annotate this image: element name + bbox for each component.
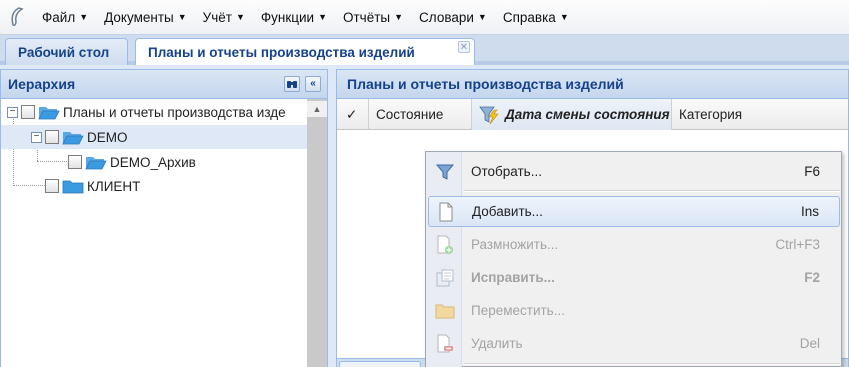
tab-desktop[interactable]: Рабочий стол xyxy=(5,38,128,65)
main-panel-header: Планы и отчеты производства изделий xyxy=(337,70,848,99)
checkmark-icon: ✓ xyxy=(346,106,358,122)
column-state-change-date[interactable]: Дата смены состояния xyxy=(472,99,672,130)
panel-splitter[interactable] xyxy=(328,69,336,367)
tab-strip: Рабочий стол Планы и отчеты производства… xyxy=(0,35,849,65)
menu-item-label: Добавить... xyxy=(472,204,543,219)
column-category-label: Категория xyxy=(679,107,743,122)
main-panel-title: Планы и отчеты производства изделий xyxy=(347,76,624,92)
tree-node-label: КЛИЕНТ xyxy=(87,178,141,194)
hierarchy-header: Иерархия « xyxy=(1,70,327,99)
open-folder-icon xyxy=(85,156,107,169)
tree-node-demo-archive[interactable]: DEMO_Архив xyxy=(1,150,307,174)
tree-node-label: Планы и отчеты производства изде xyxy=(63,104,286,120)
chevron-down-icon: ▼ xyxy=(177,12,187,22)
tab-production-plans[interactable]: Планы и отчеты производства изделий ✕ xyxy=(135,38,475,65)
tab-desktop-label: Рабочий стол xyxy=(18,44,110,60)
menu-item-filter[interactable]: Отобрать... F6 xyxy=(428,156,840,187)
app-logo-icon[interactable] xyxy=(0,0,34,35)
filter-lightning-icon xyxy=(479,106,499,124)
hierarchy-panel: Иерархия « − Планы и отчеты производства… xyxy=(0,69,328,367)
menu-item-shortcut: Ins xyxy=(800,204,819,219)
tree-checkbox[interactable] xyxy=(68,155,82,169)
open-folder-icon xyxy=(38,106,60,119)
grid-header: ✓ Состояние Дата смены состояния Категор… xyxy=(337,99,848,130)
chevron-down-icon: ▼ xyxy=(477,12,487,22)
menubar: Файл ▼ Документы ▼ Учёт ▼ Функции ▼ Отчёты ▼ … xyxy=(0,0,849,35)
edit-icon xyxy=(428,268,462,288)
duplicate-icon xyxy=(428,235,462,255)
open-folder-icon xyxy=(62,131,84,144)
column-state-label: Состояние xyxy=(376,107,444,122)
chevron-down-icon: ▼ xyxy=(318,12,327,22)
menu-separator xyxy=(464,363,840,365)
column-select[interactable]: ✓ xyxy=(337,99,369,130)
tree-checkbox[interactable] xyxy=(21,105,35,119)
menu-item-move[interactable]: Переместить... xyxy=(428,295,840,326)
chevron-down-icon: ▼ xyxy=(394,12,404,22)
menu-item-label: Исправить... xyxy=(471,270,555,285)
column-category[interactable]: Категория xyxy=(672,99,848,130)
menu-item-edit[interactable]: Исправить... F2 xyxy=(428,262,840,293)
tree-node-client[interactable]: КЛИЕНТ xyxy=(1,174,307,198)
tree-node-label: DEMO xyxy=(87,129,128,145)
tree-node-root[interactable]: − Планы и отчеты производства изде xyxy=(1,100,307,124)
menu-item-label: Размножить... xyxy=(471,237,559,252)
menu-item-shortcut: F6 xyxy=(804,164,820,179)
menu-item-shortcut: Ctrl+F3 xyxy=(775,237,820,252)
collapse-icon[interactable]: − xyxy=(31,131,42,143)
move-folder-icon xyxy=(428,302,462,320)
column-date-label: Дата смены состояния xyxy=(505,107,670,122)
new-document-icon xyxy=(429,202,463,222)
tree-checkbox[interactable] xyxy=(45,179,59,193)
delete-document-icon xyxy=(428,334,462,354)
menu-item-label: Переместить... xyxy=(471,303,565,318)
bottom-tab[interactable] xyxy=(339,361,421,367)
binoculars-icon[interactable] xyxy=(284,76,300,92)
menu-item-duplicate[interactable]: Размножить... Ctrl+F3 xyxy=(428,229,840,260)
hierarchy-tree: − Планы и отчеты производства изде − DEM… xyxy=(1,99,307,367)
menu-help[interactable]: Справка ▼ xyxy=(495,0,577,35)
collapse-icon[interactable]: − xyxy=(7,106,18,118)
menu-item-delete[interactable]: Удалить Del xyxy=(428,328,840,359)
menu-item-shortcut: Del xyxy=(799,336,820,351)
menu-item-label: Удалить xyxy=(471,336,523,351)
tab-production-plans-label: Планы и отчеты производства изделий xyxy=(148,44,415,60)
tree-checkbox[interactable] xyxy=(45,130,59,144)
tree-node-label: DEMO_Архив xyxy=(110,154,196,170)
column-state[interactable]: Состояние xyxy=(369,99,472,130)
menu-item-label: Отобрать... xyxy=(471,164,542,179)
menu-reports[interactable]: Отчёты ▼ xyxy=(335,0,411,35)
menu-functions[interactable]: Функции ▼ xyxy=(253,0,335,35)
menu-item-shortcut: F2 xyxy=(804,270,820,285)
chevron-down-icon: ▼ xyxy=(559,12,569,22)
collapse-left-icon[interactable]: « xyxy=(305,76,321,92)
filter-icon xyxy=(428,163,462,181)
menu-documents[interactable]: Документы ▼ xyxy=(96,0,195,35)
scroll-up-icon[interactable]: ▲ xyxy=(307,101,327,117)
close-icon[interactable]: ✕ xyxy=(458,41,470,53)
menu-dictionaries[interactable]: Словари ▼ xyxy=(411,0,495,35)
menu-file[interactable]: Файл ▼ xyxy=(34,0,96,35)
menu-item-add[interactable]: Добавить... Ins xyxy=(428,196,840,227)
chevron-down-icon: ▼ xyxy=(235,12,245,22)
context-menu: Отобрать... F6 Добавить... Ins Размножит… xyxy=(425,151,842,367)
hierarchy-title: Иерархия xyxy=(8,76,76,92)
menu-accounting[interactable]: Учёт ▼ xyxy=(195,0,253,35)
folder-icon xyxy=(62,180,84,193)
tree-scrollbar[interactable] xyxy=(307,99,327,367)
menu-separator xyxy=(464,190,840,192)
tree-node-demo[interactable]: − DEMO xyxy=(1,125,307,149)
chevron-down-icon: ▼ xyxy=(79,12,89,22)
